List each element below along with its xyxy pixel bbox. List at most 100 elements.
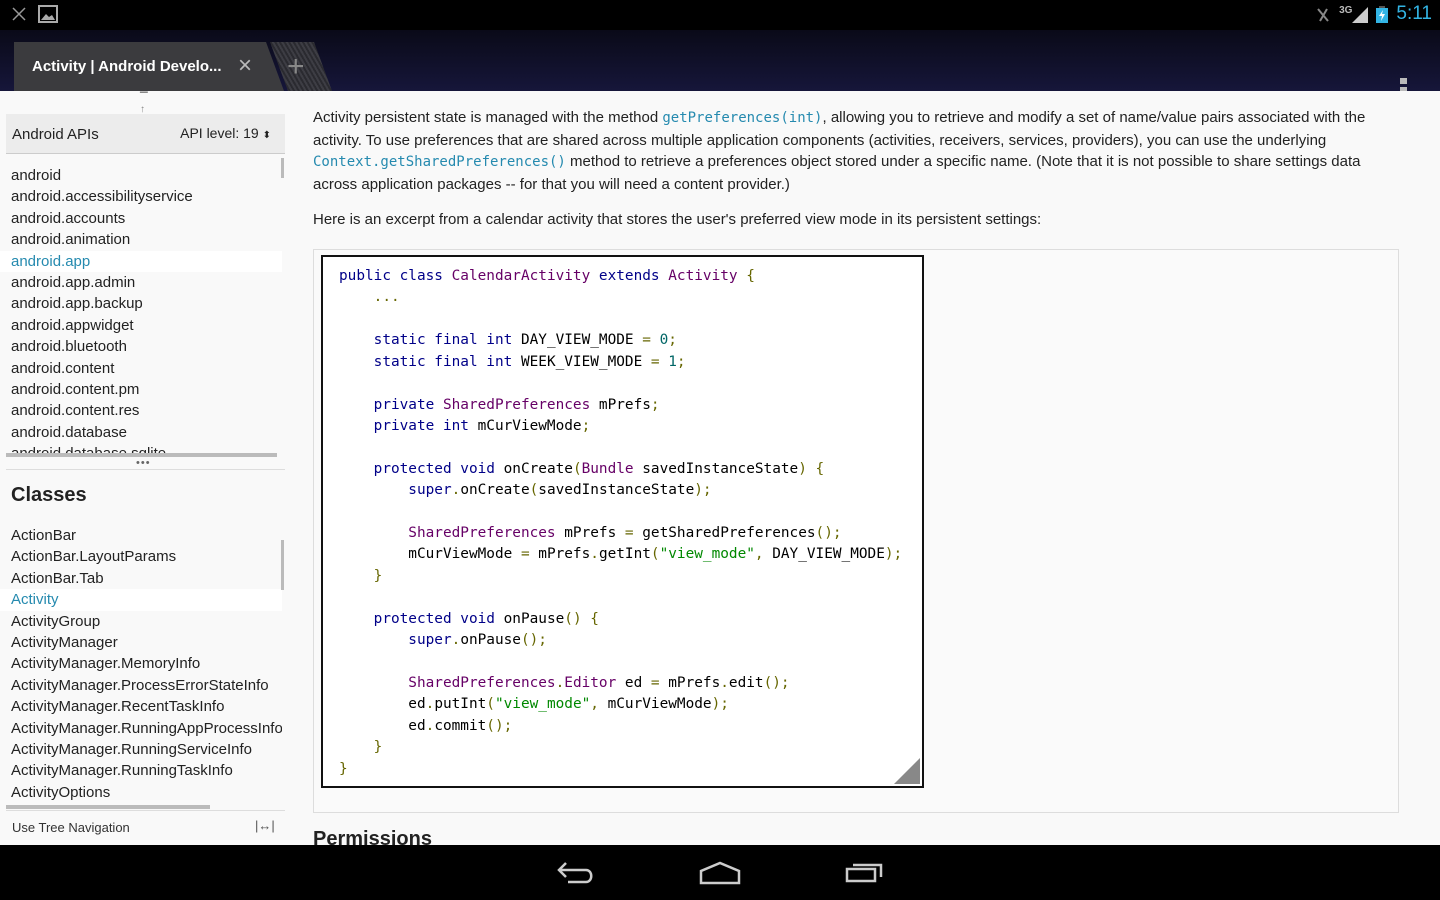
code-token: = [520,546,539,563]
tree-navigation-toggle[interactable]: Use Tree Navigation [12,820,130,835]
code-token: . [425,696,435,713]
class-list-item[interactable]: ActivityGroup [0,611,282,632]
class-list-item[interactable]: ActivityManager.MemoryInfo [0,653,282,674]
code-link[interactable]: getPreferences(int) [662,110,822,126]
api-level-select[interactable]: API level: 19 ⬍ [180,125,271,141]
code-token: savedInstanceState [538,482,695,499]
code-token: mCurViewMode [339,546,521,563]
code-token: super [339,632,452,649]
package-list-item[interactable]: android [0,165,282,186]
code-line: public class CalendarActivity extends Ac… [339,266,922,287]
spinner-icon: ⬍ [262,130,271,141]
code-token: . [720,675,729,692]
signal-icon [1352,7,1369,23]
code-token: , [590,696,608,713]
sidebar: ▔ ↑ Android APIs API level: 19 ⬍ android a… [0,91,285,845]
code-token: ; [676,353,686,370]
code-token: ... [339,289,400,306]
code-token: (); [520,632,547,649]
code-link[interactable]: Context.getSharedPreferences() [313,154,566,170]
package-list-item[interactable]: android.app.admin [0,272,282,293]
code-token: public class [339,268,452,284]
class-scrollbar[interactable] [281,540,284,590]
code-token: = [624,525,643,542]
code-token: mPrefs [590,396,651,413]
code-token: = [650,353,669,370]
resize-handle-icon[interactable] [894,758,920,784]
class-list-item[interactable]: ActivityManager.ProcessErrorStateInfo [0,675,282,696]
divider [6,810,285,811]
code-token: onPause [460,632,521,649]
network-type: 3G [1339,5,1353,16]
package-list-item[interactable]: android.app [0,250,282,272]
recents-icon[interactable] [845,859,885,885]
code-line: ... [339,287,922,308]
code-block[interactable]: public class CalendarActivity extends Ac… [321,255,924,788]
code-token: CalendarActivity [451,268,591,284]
package-list-item[interactable]: android.bluetooth [0,336,282,357]
package-scrollbar[interactable] [281,158,284,178]
code-token: putInt [434,696,487,713]
code-token: ; [581,417,591,434]
code-line: ed.commit(); [339,716,922,737]
code-token: . [590,546,599,563]
code-line: SharedPreferences.Editor ed = mPrefs.edi… [339,673,922,694]
code-line: } [339,737,922,758]
package-list-item[interactable]: android.animation [0,229,282,250]
code-token: mPrefs [555,525,625,542]
close-tab-icon[interactable]: × [238,54,252,78]
class-list-item[interactable]: ActivityManager.RunningServiceInfo [0,739,282,760]
code-token: ; [650,396,660,413]
class-list-item[interactable]: ActivityManager.RunningTaskInfo [0,760,282,781]
code-token: ; [668,332,677,349]
class-list-item[interactable]: ActivityOptions [0,782,282,803]
class-list-item[interactable]: Activity [0,589,282,611]
api-header: Android APIs API level: 19 ⬍ [6,114,285,154]
expand-width-icon[interactable]: |↔| [255,818,275,833]
package-list-item[interactable]: android.content.res [0,400,282,421]
package-list-item[interactable]: android.database [0,422,282,443]
class-list-item[interactable]: ActionBar.Tab [0,568,282,589]
package-list-item[interactable]: android.appwidget [0,315,282,336]
code-token: ( [650,546,660,563]
code-token: static final int [339,353,521,370]
package-list-item[interactable]: android.accounts [0,208,282,229]
class-list-item[interactable]: ActivityManager.RecentTaskInfo [0,696,282,717]
code-line: protected void onCreate(Bundle savedInst… [339,459,922,480]
back-icon[interactable] [556,859,596,885]
collapse-handle-icon[interactable]: ▔ ↑ [140,93,148,115]
class-list-item[interactable]: ActionBar [0,525,282,546]
code-line: super.onPause(); [339,630,922,651]
home-icon[interactable] [699,859,741,885]
code-token: DAY_VIEW_MODE [772,546,885,563]
code-token: = [642,332,660,349]
class-list-item[interactable]: ActivityManager [0,632,282,653]
close-icon[interactable] [12,7,26,21]
code-line: protected void onPause() { [339,609,922,630]
package-list-item[interactable]: android.content.pm [0,379,282,400]
code-token: , [754,546,773,563]
class-list-item[interactable]: ActionBar.LayoutParams [0,546,282,567]
divider [6,469,285,470]
class-list: ActionBar ActionBar.LayoutParams ActionBar… [0,525,282,805]
code-line: private int mCurViewMode; [339,416,922,437]
browser-tab[interactable]: Activity | Android Develo... × [14,42,284,91]
code-token: } [339,567,383,584]
code-token: } [339,739,383,756]
code-token: . [555,675,565,692]
class-hscrollbar[interactable] [6,805,210,809]
package-list-item[interactable]: android.content [0,358,282,379]
gallery-icon[interactable] [38,5,58,23]
code-token: ( [572,460,582,477]
code-token: ); [884,546,903,563]
page-content: ▔ ↑ Android APIs API level: 19 ⬍ android a… [0,91,1440,845]
code-line: static final int DAY_VIEW_MODE = 0; [339,330,922,351]
package-list-item[interactable]: android.accessibilityservice [0,186,282,207]
code-token: ed [339,696,426,713]
package-list-item[interactable]: android.app.backup [0,293,282,314]
class-list-item[interactable]: ActivityManager.RunningAppProcessInfo [0,718,282,739]
code-token: edit [728,675,764,692]
resize-handle[interactable]: ••• [136,457,151,469]
clock: 5:11 [1396,3,1432,24]
